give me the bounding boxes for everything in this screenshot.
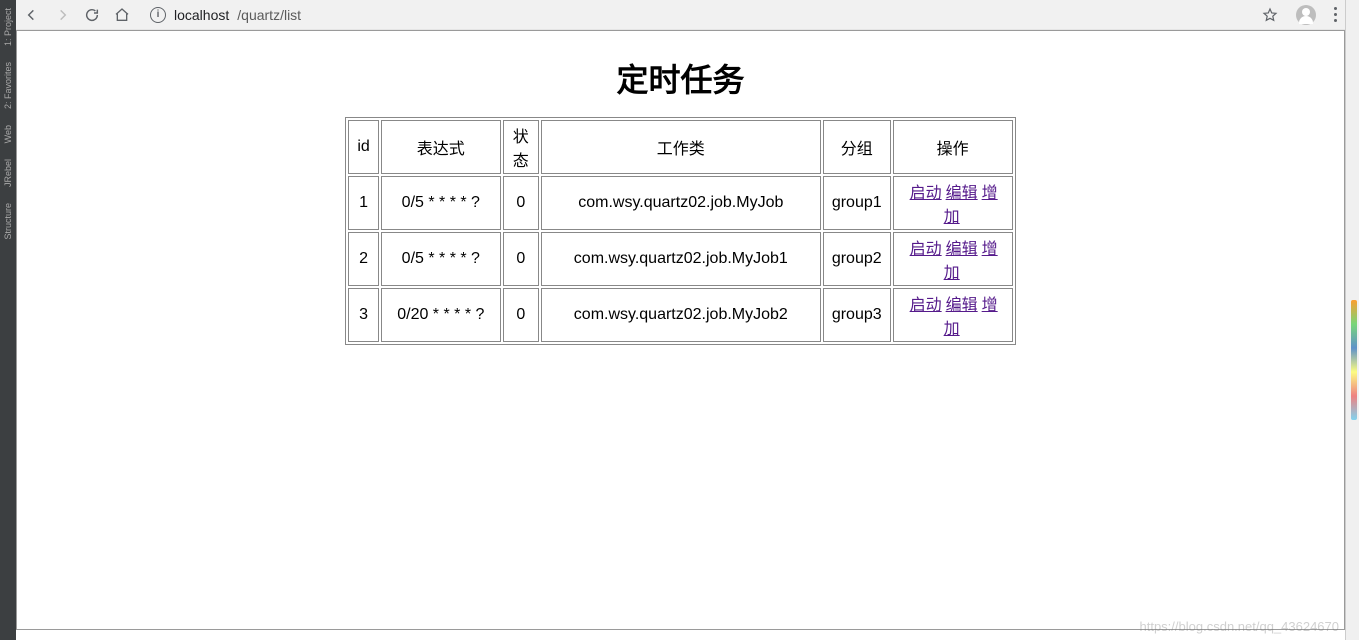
browser-right-icons xyxy=(1262,5,1337,25)
ide-tab-favorites[interactable]: 2: Favorites xyxy=(2,54,14,117)
ide-tab-structure[interactable]: Structure xyxy=(2,195,14,248)
table-row: 20/5 * * * * ?0com.wsy.quartz02.job.MyJo… xyxy=(348,232,1012,286)
browser-toolbar: i localhost/quartz/list xyxy=(16,0,1345,30)
ide-tab-project[interactable]: 1: Project xyxy=(2,0,14,54)
cell-id: 3 xyxy=(348,288,378,342)
ide-right-gutter xyxy=(1345,0,1359,640)
cell-group: group2 xyxy=(823,232,891,286)
op-edit-link[interactable]: 编辑 xyxy=(946,241,978,258)
th-id: id xyxy=(348,120,378,174)
table-row: 10/5 * * * * ?0com.wsy.quartz02.job.MyJo… xyxy=(348,176,1012,230)
cell-ops: 启动编辑增加 xyxy=(893,232,1013,286)
cell-job-class: com.wsy.quartz02.job.MyJob xyxy=(541,176,821,230)
site-info-icon[interactable]: i xyxy=(150,7,166,23)
cell-expression: 0/5 * * * * ? xyxy=(381,232,501,286)
table-row: 30/20 * * * * ?0com.wsy.quartz02.job.MyJ… xyxy=(348,288,1012,342)
th-status: 状态 xyxy=(503,120,539,174)
back-icon[interactable] xyxy=(24,7,40,23)
op-start-link[interactable]: 启动 xyxy=(910,241,942,258)
page-title: 定时任务 xyxy=(17,55,1344,101)
cell-expression: 0/20 * * * * ? xyxy=(381,288,501,342)
url-path: /quartz/list xyxy=(237,7,301,23)
address-bar[interactable]: i localhost/quartz/list xyxy=(144,7,1248,23)
op-edit-link[interactable]: 编辑 xyxy=(946,297,978,314)
cell-group: group3 xyxy=(823,288,891,342)
cell-ops: 启动编辑增加 xyxy=(893,288,1013,342)
op-start-link[interactable]: 启动 xyxy=(910,297,942,314)
ide-left-sidebar: 1: Project 2: Favorites Web JRebel Struc… xyxy=(0,0,16,640)
jobs-table: id 表达式 状态 工作类 分组 操作 10/5 * * * * ?0com.w… xyxy=(345,117,1015,345)
ide-minimap xyxy=(1351,300,1357,420)
cell-group: group1 xyxy=(823,176,891,230)
th-ops: 操作 xyxy=(893,120,1013,174)
cell-status: 0 xyxy=(503,232,539,286)
cell-id: 2 xyxy=(348,232,378,286)
op-edit-link[interactable]: 编辑 xyxy=(946,185,978,202)
th-group: 分组 xyxy=(823,120,891,174)
cell-status: 0 xyxy=(503,176,539,230)
op-start-link[interactable]: 启动 xyxy=(910,185,942,202)
profile-avatar-icon[interactable] xyxy=(1296,5,1316,25)
cell-status: 0 xyxy=(503,288,539,342)
table-header-row: id 表达式 状态 工作类 分组 操作 xyxy=(348,120,1012,174)
reload-icon[interactable] xyxy=(84,7,100,23)
ide-tab-jrebel[interactable]: JRebel xyxy=(2,151,14,195)
url-host: localhost xyxy=(174,7,229,23)
home-icon[interactable] xyxy=(114,7,130,23)
th-job-class: 工作类 xyxy=(541,120,821,174)
cell-ops: 启动编辑增加 xyxy=(893,176,1013,230)
th-expression: 表达式 xyxy=(381,120,501,174)
cell-expression: 0/5 * * * * ? xyxy=(381,176,501,230)
ide-tab-web[interactable]: Web xyxy=(2,117,14,151)
menu-kebab-icon[interactable] xyxy=(1334,7,1337,22)
cell-id: 1 xyxy=(348,176,378,230)
bookmark-star-icon[interactable] xyxy=(1262,7,1278,23)
cell-job-class: com.wsy.quartz02.job.MyJob2 xyxy=(541,288,821,342)
page-content: 定时任务 id 表达式 状态 工作类 分组 操作 10/5 * * * * ?0… xyxy=(16,30,1345,630)
forward-icon[interactable] xyxy=(54,7,70,23)
cell-job-class: com.wsy.quartz02.job.MyJob1 xyxy=(541,232,821,286)
